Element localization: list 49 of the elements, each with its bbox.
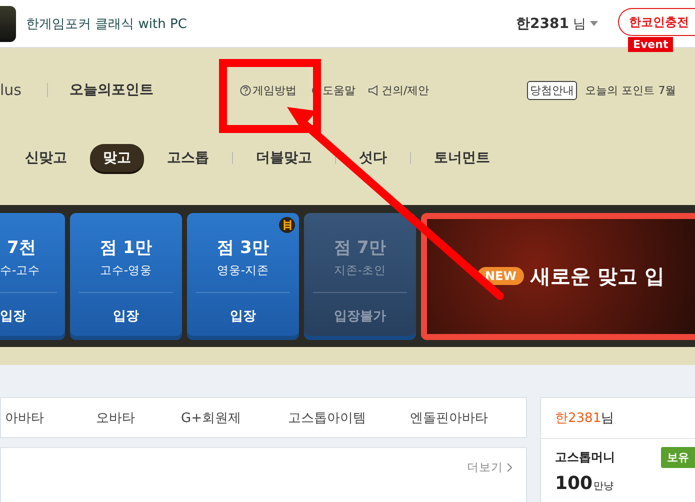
notice-text[interactable]: 오늘의 포인트 7월 <box>585 82 676 98</box>
caret-icon <box>590 21 598 26</box>
room-action: 입장 <box>113 308 139 324</box>
brand-text: lus <box>0 81 22 99</box>
chevron-icon <box>507 463 512 472</box>
charge-button[interactable]: 한코인충전 <box>618 8 695 36</box>
promo-banner[interactable]: NEW 새로운 맞고 입 <box>421 212 695 340</box>
room-grade: 지존-초인 <box>334 262 386 278</box>
event-badge: Event <box>628 37 674 52</box>
more-link[interactable]: 더보기 <box>467 460 512 475</box>
game-tab[interactable]: 고스톱 <box>154 144 222 172</box>
money-amount: 100 <box>555 475 593 493</box>
app-logo-icon <box>0 6 16 42</box>
banner-text: 새로운 맞고 입 <box>530 262 664 290</box>
game-tab[interactable]: 더블맞고 <box>243 144 325 172</box>
nav-link[interactable]: 건의/제안 <box>368 82 430 98</box>
room-action: 입장 <box>0 308 26 324</box>
room-stake: 7천 <box>7 236 36 258</box>
shop-tab[interactable]: 오바타 <box>96 408 135 426</box>
game-tab[interactable]: 신맞고 <box>12 144 80 172</box>
profile-name: 한2381님 <box>555 410 614 427</box>
notice-badge: 당첨안내 <box>527 80 578 100</box>
shop-tab[interactable]: 엔돌핀아바타 <box>410 408 488 426</box>
room-stake: 점 7만 <box>334 236 386 258</box>
shop-tab[interactable]: 고스톱아이템 <box>288 408 366 426</box>
game-tab[interactable]: 섯다 <box>346 144 400 172</box>
room-grade: 수-고수 <box>0 262 40 278</box>
shop-tab[interactable]: 아바타 <box>5 408 44 426</box>
speaker-icon <box>368 84 380 96</box>
help-icon <box>240 84 250 96</box>
room-card[interactable]: 점 1만 고수-영웅 입장 <box>70 212 182 340</box>
nav-link[interactable]: 게임방법 <box>240 82 296 98</box>
user-menu[interactable]: 한2381 님 <box>516 14 598 32</box>
room-grade: 영웅-지존 <box>216 262 270 278</box>
site-title: 한게임포커 클래식 with PC <box>26 16 187 32</box>
room-stake: 점 3만 <box>217 236 269 258</box>
money-unit: 만냥 <box>594 480 614 493</box>
money-label: 고스톱머니 <box>555 449 615 466</box>
room-stake: 점 1만 <box>100 236 152 258</box>
game-tab[interactable]: 토너먼트 <box>421 144 503 172</box>
room-grade: 고수-영웅 <box>100 262 152 278</box>
room-card[interactable]: 7천 수-고수 입장 <box>0 212 65 340</box>
room-action: 입장불가 <box>334 308 386 324</box>
room-action: 입장 <box>230 308 256 324</box>
nav-link[interactable]: 도움말 <box>308 82 356 98</box>
room-card[interactable]: 점 3만 영웅-지존 입장 <box>187 212 299 340</box>
shop-tab[interactable]: G+회원제 <box>181 408 241 426</box>
game-tab[interactable]: 맞고 <box>90 144 144 172</box>
section-title: 오늘의포인트 <box>70 81 154 99</box>
